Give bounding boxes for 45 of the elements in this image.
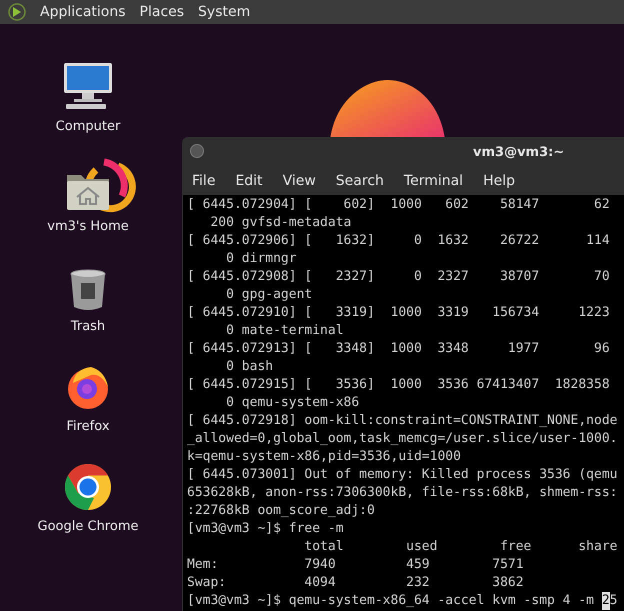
terminal-line: 0 mate-terminal	[225, 323, 344, 338]
terminal-text: 5	[610, 592, 618, 610]
computer-icon[interactable]	[62, 60, 114, 110]
icon-label[interactable]: vm3's Home	[47, 216, 129, 236]
panel-menu[interactable]: System	[198, 2, 250, 22]
menu-item[interactable]: Search	[330, 170, 390, 192]
text-cursor: 2	[602, 592, 610, 610]
icon-label[interactable]: Firefox	[66, 416, 110, 436]
terminal-line: k=qemu-system-x86,pid=3536,uid=1000	[187, 449, 461, 464]
terminal-line: [vm3@vm3 ~]$ free -m	[187, 521, 344, 536]
terminal-line: 200 gvfsd-metadata	[209, 215, 352, 230]
icon-label[interactable]: Computer	[56, 116, 120, 136]
terminal-line: [ 6445.072910] [ 3319] 1000 3319 156734 1223	[187, 305, 610, 320]
terminal-line: total used free share	[303, 539, 618, 554]
terminal-line: 0 qemu-system-x86	[225, 395, 360, 410]
terminal-line: [ 6445.072918] oom-kill:constraint=CONSTRAINT_NONE,node	[187, 413, 618, 428]
terminal-line: [ 6445.072908] [ 2327] 0 2327 38707 70	[187, 269, 610, 284]
terminal-line: Mem: 7940 459 7571	[187, 557, 524, 572]
panel-menu[interactable]: Applications	[40, 2, 126, 22]
window-title: vm3@vm3:~	[473, 144, 564, 162]
terminal-line: [ 6445.072904] [ 602] 1000 602 58147 62	[187, 197, 610, 212]
terminal-line: :22768kB oom_score_adj:0	[187, 503, 375, 518]
menu-logo-icon[interactable]	[8, 3, 26, 21]
window-menu-icon[interactable]	[190, 144, 204, 158]
terminal-line: Swap: 4094 232 3862	[187, 575, 524, 590]
panel-menu[interactable]: Places	[140, 2, 184, 22]
menu-item[interactable]: View	[276, 170, 322, 192]
menu-item[interactable]: Terminal	[398, 170, 470, 192]
terminal-line: [ 6445.072913] [ 3348] 1000 3348 1977 96	[187, 341, 610, 356]
terminal-line: [ 6445.072906] [ 1632] 0 1632 26722 114	[187, 233, 610, 248]
terminal-line: [vm3@vm3 ~]$ qemu-system-x86_64 -accel kvm -smp 4 -m	[187, 592, 595, 610]
menu-item[interactable]: Edit	[229, 170, 269, 192]
terminal-line: [ 6445.073001] Out of memory: Killed process 3536 (qemu	[187, 467, 618, 482]
terminal-line: 0 bash	[225, 359, 274, 374]
icon-label[interactable]: Google Chrome	[38, 516, 138, 536]
icon-label[interactable]: Trash	[70, 316, 106, 336]
trash-icon[interactable]	[69, 268, 107, 310]
menu-item[interactable]: File	[186, 170, 222, 192]
terminal-line: 0 gpg-agent	[225, 287, 312, 302]
terminal-line: 0 dirmngr	[225, 251, 297, 266]
menu-item[interactable]: Help	[477, 170, 521, 192]
chrome-icon[interactable]	[64, 462, 112, 510]
terminal-line: 653628kB, anon-rss:7306300kB, file-rss:68kB, shmem-rss:	[187, 485, 618, 500]
terminal-line: _allowed=0,global_oom,task_memcg=/user.slice/user-1000.	[187, 431, 618, 446]
terminal-line: [ 6445.072915] [ 3536] 1000 3536 67413407 1828358	[187, 377, 610, 392]
